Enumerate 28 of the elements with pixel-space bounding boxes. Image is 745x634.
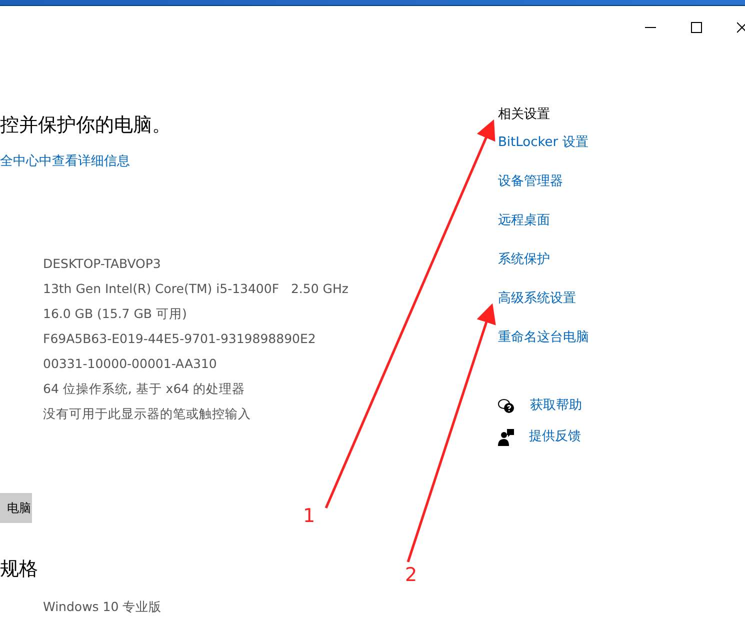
settings-link[interactable]: 重命名这台电脑 bbox=[498, 329, 589, 347]
section-heading: 规格 bbox=[0, 557, 38, 582]
spec-value: 16.0 GB (15.7 GB 可用) bbox=[43, 305, 188, 323]
minimize-icon bbox=[644, 26, 656, 28]
spec-value: Windows 10 专业版 bbox=[43, 598, 163, 616]
spec-value: 13th Gen Intel(R) Core(TM) i5-13400F 2.50 GHz bbox=[43, 280, 350, 298]
spec-value: F69A5B63-E019-44E5-9701-9319898890E2 bbox=[43, 330, 317, 348]
settings-link[interactable]: 设备管理器 bbox=[498, 173, 563, 191]
settings-link[interactable]: 远程桌面 bbox=[498, 212, 550, 230]
help-link[interactable]: 提供反馈 bbox=[529, 428, 581, 446]
spec-value: 64 位操作系统, 基于 x64 的处理器 bbox=[43, 380, 246, 398]
related-settings-title: 相关设置 bbox=[498, 106, 551, 124]
details-link[interactable]: 全中心中查看详细信息 bbox=[0, 152, 498, 171]
help-link[interactable]: 获取帮助 bbox=[530, 397, 582, 415]
page-heading: 控并保护你的电脑。 bbox=[0, 113, 172, 138]
spec-value: 00331-10000-00001-AA310 bbox=[43, 355, 218, 373]
spec-value: 没有可用于此显示器的笔或触控输入 bbox=[43, 405, 252, 423]
settings-link[interactable]: 系统保护 bbox=[498, 251, 550, 269]
settings-link[interactable]: BitLocker 设置 bbox=[498, 134, 588, 152]
settings-link[interactable]: 高级系统设置 bbox=[498, 290, 576, 308]
feedback-icon bbox=[498, 428, 514, 446]
maximize-icon bbox=[690, 22, 702, 32]
annotation-number: 1 bbox=[303, 507, 316, 526]
close-icon bbox=[737, 22, 745, 32]
spec-value: DESKTOP-TABVOP3 bbox=[43, 255, 162, 273]
rename-button[interactable]: 电脑 bbox=[0, 493, 32, 523]
annotation-number: 2 bbox=[405, 566, 418, 585]
help-icon bbox=[498, 398, 515, 414]
